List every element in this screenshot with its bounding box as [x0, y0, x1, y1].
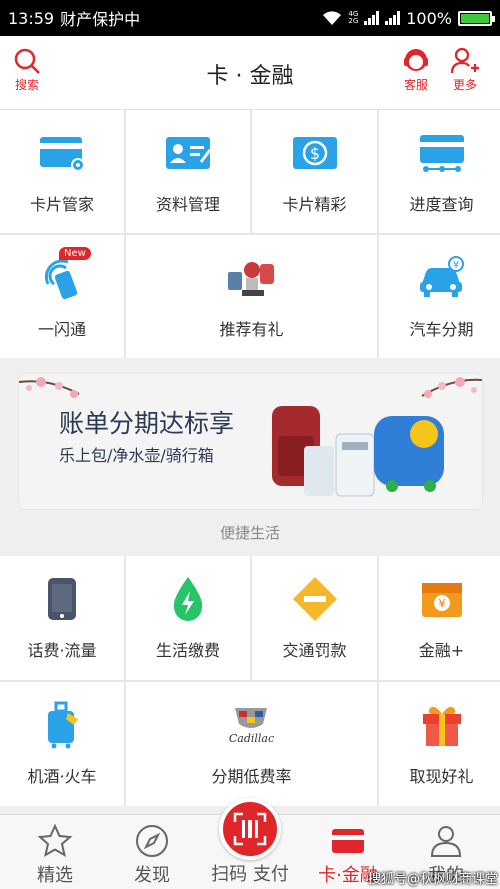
nfc-phone-icon — [38, 254, 86, 302]
card-dollar-icon: $ — [291, 129, 339, 177]
card-progress-icon — [418, 129, 466, 177]
grid-item-label: 推荐有礼 — [219, 319, 284, 339]
card-service-grid: 卡片管家 资料管理 $ 卡片精彩 进度查询 New 一闪通 推荐有礼 ¥ 汽车分… — [0, 110, 500, 358]
star-icon — [37, 823, 73, 858]
grid-item-label: 话费·流量 — [27, 641, 97, 660]
svg-text:$: $ — [309, 144, 319, 163]
grid-item-label: 金融+ — [418, 641, 465, 660]
grid-item-referral[interactable]: 推荐有礼 — [126, 235, 377, 358]
grid-item-low-rate-installment[interactable]: Cadillac 分期低费率 — [126, 682, 377, 806]
cadillac-logo: Cadillac — [229, 701, 274, 749]
status-app-text: 财产保护中 — [60, 10, 141, 29]
life-service-grid: 话费·流量 生活缴费 交通罚款 ¥ 金融+ 机酒·火车 Cadillac 分期低… — [0, 556, 500, 806]
grid-item-car-installment[interactable]: ¥ 汽车分期 — [379, 235, 500, 358]
more-label: 更多 — [452, 78, 477, 92]
network-label: 4G 2G — [348, 10, 359, 25]
nav-item-featured[interactable]: 精选 — [5, 823, 105, 887]
wifi-icon — [323, 11, 342, 25]
grid-item-card-highlights[interactable]: $ 卡片精彩 — [252, 110, 377, 233]
grid-item-label: 生活缴费 — [155, 641, 220, 660]
car-yen-icon: ¥ — [418, 254, 466, 302]
banner-title: 账单分期达标享 — [59, 409, 235, 438]
battery-percent: 100% — [406, 8, 452, 28]
signal-icon — [364, 11, 380, 25]
cadillac-text: Cadillac — [228, 731, 275, 745]
luggage-icon — [44, 701, 80, 749]
service-label: 客服 — [403, 78, 428, 92]
new-badge: New — [59, 247, 91, 260]
status-bar: 13:59 财产保护中 4G 2G 100% — [0, 0, 500, 36]
signal-icon-2 — [385, 11, 401, 25]
grid-item-phone-data[interactable]: 话费·流量 — [0, 556, 124, 680]
scan-pay-label: 扫码 支付 — [211, 864, 289, 885]
compass-icon — [136, 825, 168, 857]
bolt-drop-icon — [170, 575, 206, 623]
card-icon — [332, 829, 364, 853]
grid-item-progress-query[interactable]: 进度查询 — [379, 110, 500, 233]
service-button[interactable]: 客服 — [401, 46, 431, 93]
scan-icon — [233, 812, 267, 846]
grid-item-finance-plus[interactable]: ¥ 金融+ — [379, 556, 500, 680]
customer-service-icon — [404, 49, 428, 71]
yen-box-icon: ¥ — [420, 575, 464, 623]
more-button[interactable]: 更多 — [450, 46, 480, 93]
banner-subtitle: 乐上包/净水壶/骑行箱 — [59, 446, 214, 465]
grid-item-cash-gift[interactable]: 取现好礼 — [379, 682, 500, 806]
scan-pay-button[interactable] — [219, 798, 281, 860]
svg-text:¥: ¥ — [452, 260, 458, 271]
nav-label: 发现 — [134, 865, 170, 886]
section-title: 便捷生活 — [219, 524, 280, 542]
promo-banner[interactable]: 账单分期达标享 乐上包/净水壶/骑行箱 — [18, 373, 483, 510]
add-user-icon — [450, 47, 479, 74]
grid-item-travel[interactable]: 机酒·火车 — [0, 682, 124, 806]
card-settings-icon — [38, 129, 86, 177]
svg-text:¥: ¥ — [438, 597, 445, 610]
gift-box-icon — [419, 701, 465, 749]
watermark: 搜狐号@秋枫财商课堂 — [368, 872, 499, 887]
grid-item-utility-bills[interactable]: 生活缴费 — [126, 556, 250, 680]
app-header: 搜索 卡 · 金融 客服 更多 — [0, 36, 500, 110]
grid-item-label: 卡片精彩 — [282, 194, 347, 214]
grid-item-quickpass[interactable]: New 一闪通 — [0, 235, 124, 358]
id-card-edit-icon — [164, 129, 212, 177]
status-time: 13:59 — [8, 8, 55, 28]
grid-item-label: 分期低费率 — [211, 767, 292, 786]
grid-item-label: 机酒·火车 — [27, 767, 97, 786]
grid-item-label: 进度查询 — [409, 194, 474, 214]
grid-item-card-manager[interactable]: 卡片管家 — [0, 110, 124, 233]
grid-item-label: 一闪通 — [37, 319, 86, 339]
phone-icon — [46, 575, 78, 623]
banner-products-image — [272, 406, 444, 497]
gift-products-icon — [222, 254, 282, 302]
grid-item-label: 资料管理 — [155, 194, 220, 214]
grid-item-label: 交通罚款 — [282, 641, 347, 660]
grid-item-traffic-fines[interactable]: 交通罚款 — [252, 556, 377, 680]
battery-icon — [458, 10, 495, 26]
grid-item-label: 取现好礼 — [409, 767, 474, 786]
nav-label: 精选 — [37, 865, 73, 886]
user-icon — [430, 826, 462, 857]
traffic-sign-icon — [291, 575, 339, 623]
nav-item-discover[interactable]: 发现 — [102, 823, 202, 887]
grid-item-label: 卡片管家 — [29, 194, 94, 214]
grid-item-profile[interactable]: 资料管理 — [126, 110, 250, 233]
grid-item-label: 汽车分期 — [409, 319, 474, 339]
